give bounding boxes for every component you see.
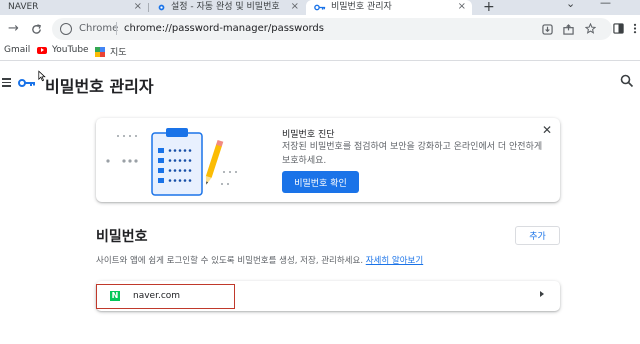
key-icon [18,79,35,87]
reload-icon[interactable] [31,24,42,35]
maps-icon [95,46,105,57]
chevron-right-icon[interactable] [540,291,544,297]
tab-password-manager[interactable]: 비밀번호 관리자 × [306,0,472,15]
hamburger-menu-icon[interactable] [2,78,11,87]
forward-button[interactable]: → [8,21,19,36]
tab-close-button[interactable]: × [134,0,142,13]
tab-close-button[interactable]: × [458,0,466,13]
gear-icon [158,4,165,11]
password-checkup-card: 비밀번호 진단 저장된 비밀번호를 점검하여 보안을 강화하고 온라인에서 더 … [96,118,560,202]
url-scheme-label: Chrome [79,23,119,34]
download-icon[interactable] [542,24,553,35]
bookmark-gmail[interactable]: Gmail [4,45,30,55]
bookmark-maps[interactable]: 지도 [95,45,127,58]
tab-close-button[interactable]: × [291,0,299,13]
tab-label: 비밀번호 관리자 [331,2,392,12]
add-password-button[interactable]: 추가 [515,226,560,245]
share-icon[interactable] [563,24,574,35]
star-icon[interactable] [585,23,596,34]
naver-favicon-icon: N [110,291,120,301]
checkup-title: 비밀번호 진단 [282,130,335,140]
checkup-clipboard-illustration [106,128,237,196]
tab-search-chevron-icon[interactable]: ⌄ [566,0,575,10]
tab-naver[interactable]: NAVER × [0,0,148,15]
password-list-item[interactable]: N naver.com [96,281,560,311]
more-icon[interactable] [633,23,637,34]
close-icon[interactable]: ✕ [542,123,552,137]
bookmark-label: 지도 [110,48,127,58]
bookmark-label: Gmail [4,45,31,55]
tab-label: 설정 - 자동 완성 및 비밀번호 [171,2,280,12]
new-tab-button[interactable]: + [483,0,495,15]
bookmark-label: YouTube [52,45,89,55]
omnibox-divider [116,22,117,35]
passwords-description: 사이트와 앱에 쉽게 로그인할 수 있도록 비밀번호를 생성, 저장, 관리하세… [96,254,423,266]
address-bar[interactable]: Chrome chrome://password-manager/passwor… [52,18,612,40]
tab-strip: NAVER × 설정 - 자동 완성 및 비밀번호 × 비밀번호 관리자 × +… [0,0,640,15]
search-icon[interactable] [620,74,634,88]
chrome-icon [60,23,72,35]
sidebar-icon[interactable] [613,23,624,34]
checkup-description: 저장된 비밀번호를 점검하여 보안을 강화하고 온라인에서 더 안전하게 보호하… [282,142,543,166]
minimize-button[interactable]: — [600,0,611,9]
bookmark-youtube[interactable]: YouTube [37,45,89,55]
passwords-description-text: 사이트와 앱에 쉽게 로그인할 수 있도록 비밀번호를 생성, 저장, 관리하세… [96,256,364,266]
url-text[interactable]: chrome://password-manager/passwords [124,23,324,34]
learn-more-link[interactable]: 자세히 알아보기 [366,256,423,266]
password-site-label: naver.com [133,291,181,301]
check-passwords-button[interactable]: 비밀번호 확인 [282,171,359,193]
passwords-section-title: 비밀번호 [96,229,148,245]
tab-label: NAVER [8,2,39,12]
page-title: 비밀번호 관리자 [45,77,154,96]
tab-settings[interactable]: 설정 - 자동 완성 및 비밀번호 × [149,0,305,15]
youtube-icon [37,46,47,54]
bookmarks-bar: Gmail YouTube 지도 [0,41,640,61]
key-icon [314,4,326,11]
